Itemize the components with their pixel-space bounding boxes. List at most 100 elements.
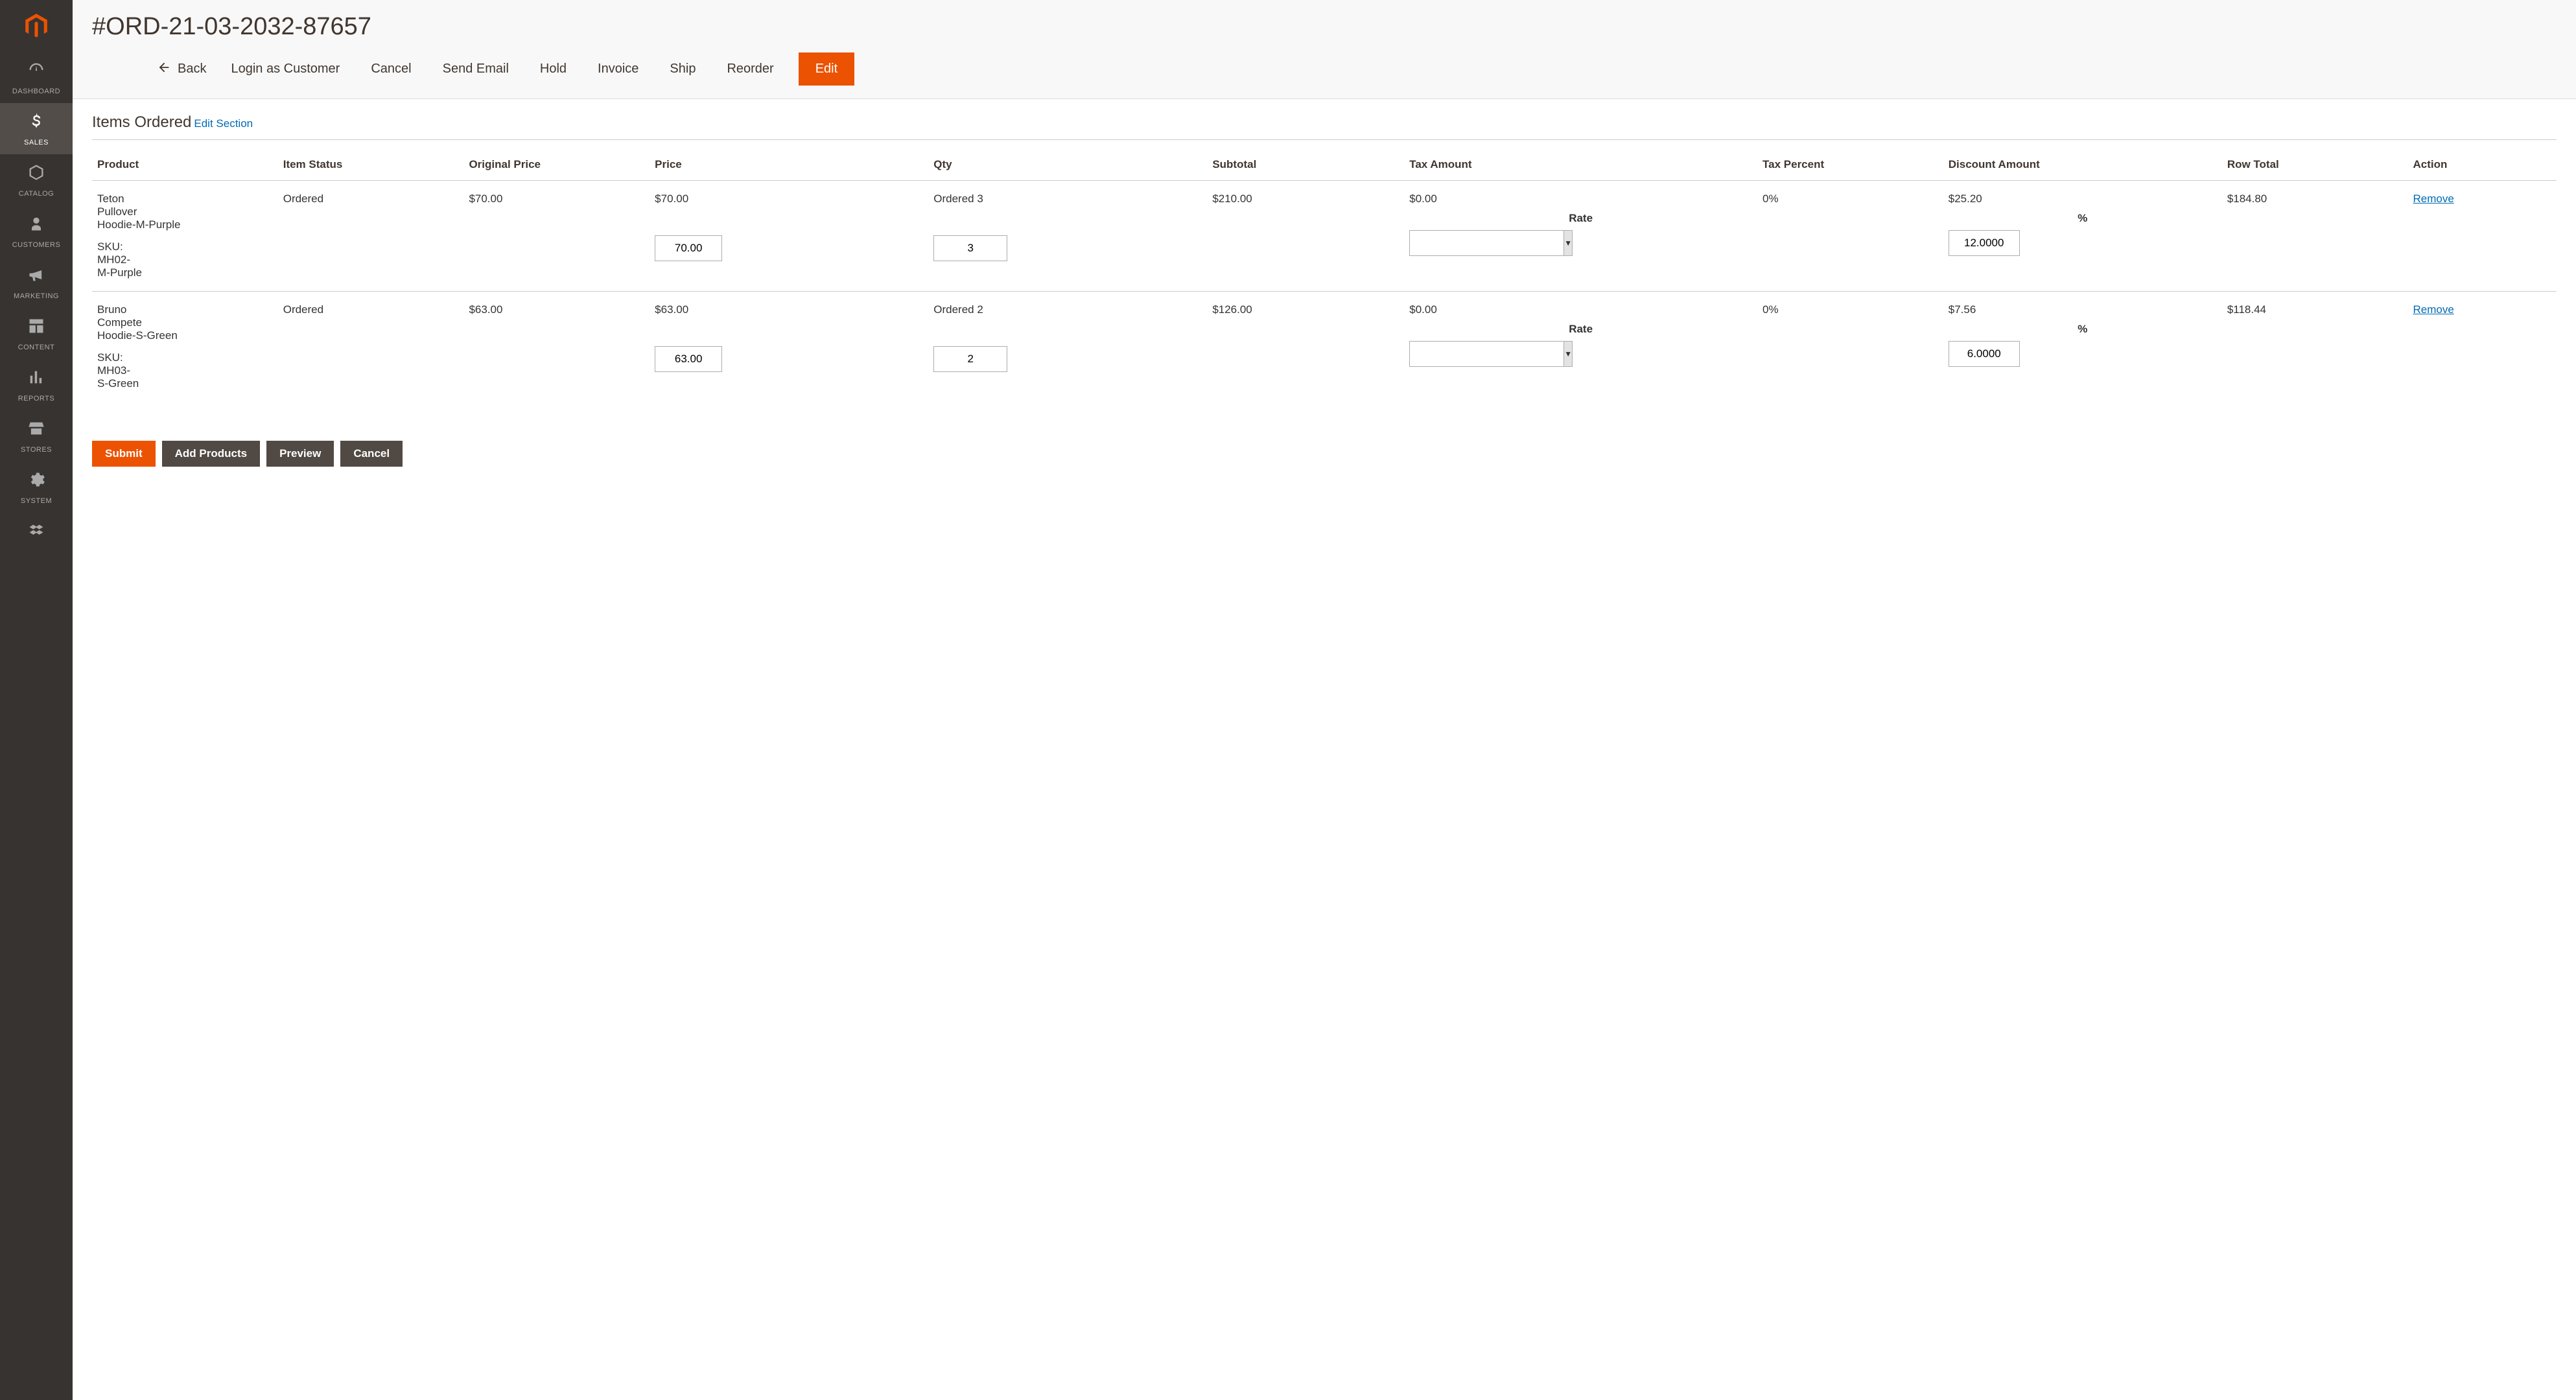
page-header: #ORD-21-03-2032-87657 Back Login as Cust… <box>73 0 2576 99</box>
rate-label: Rate <box>1409 212 1752 225</box>
price-input[interactable] <box>655 235 722 261</box>
th-product: Product <box>92 152 278 181</box>
sidebar-label: SALES <box>24 139 49 146</box>
hold-button[interactable]: Hold <box>533 52 573 86</box>
th-action: Action <box>2408 152 2557 181</box>
sidebar-label: CONTENT <box>18 344 55 351</box>
discount-amount: $25.20 <box>1949 192 2217 205</box>
product-name: TetonPulloverHoodie-M-Purple <box>97 192 273 231</box>
th-subtotal: Subtotal <box>1207 152 1404 181</box>
edit-section-link[interactable]: Edit Section <box>194 117 253 130</box>
send-email-button[interactable]: Send Email <box>436 52 515 86</box>
tax-rate-dropdown[interactable]: ▼ <box>1563 230 1573 256</box>
ship-button[interactable]: Ship <box>663 52 702 86</box>
remove-link[interactable]: Remove <box>2413 192 2454 205</box>
price-input[interactable] <box>655 346 722 372</box>
table-row: TetonPulloverHoodie-M-Purple SKU:MH02-M-… <box>92 181 2557 292</box>
sidebar-label: REPORTS <box>18 395 54 402</box>
bar-chart-icon <box>27 368 45 391</box>
magento-logo[interactable] <box>0 0 73 52</box>
cancel-order-button[interactable]: Cancel <box>364 52 417 86</box>
tax-rate-dropdown[interactable]: ▼ <box>1563 341 1573 367</box>
row-total: $118.44 <box>2222 292 2408 402</box>
th-item-status: Item Status <box>278 152 464 181</box>
sidebar-item-marketing[interactable]: MARKETING <box>0 257 73 308</box>
sidebar-item-sales[interactable]: SALES <box>0 103 73 154</box>
th-row-total: Row Total <box>2222 152 2408 181</box>
dollar-icon <box>27 112 45 135</box>
chevron-down-icon: ▼ <box>1564 349 1572 358</box>
price-display: $63.00 <box>655 303 923 316</box>
product-sku: SKU:MH03-S-Green <box>97 351 273 390</box>
chevron-down-icon: ▼ <box>1564 239 1572 248</box>
remove-link[interactable]: Remove <box>2413 303 2454 316</box>
invoice-button[interactable]: Invoice <box>591 52 645 86</box>
admin-sidebar: DASHBOARD SALES CATALOG CUSTOMERS MARKET <box>0 0 73 1400</box>
tax-rate-input[interactable] <box>1409 341 1563 367</box>
product-name: BrunoCompeteHoodie-S-Green <box>97 303 273 342</box>
sidebar-label: CATALOG <box>19 190 54 198</box>
arrow-left-icon <box>157 60 171 78</box>
sidebar-item-stores[interactable]: STORES <box>0 410 73 461</box>
sidebar-label: SYSTEM <box>21 497 52 505</box>
sidebar-item-catalog[interactable]: CATALOG <box>0 154 73 205</box>
row-total: $184.80 <box>2222 181 2408 292</box>
pct-label: % <box>1949 212 2217 225</box>
discount-pct-input[interactable] <box>1949 341 2020 367</box>
price-display: $70.00 <box>655 192 923 205</box>
sidebar-item-extensions[interactable] <box>0 513 73 556</box>
main-content: #ORD-21-03-2032-87657 Back Login as Cust… <box>73 0 2576 1400</box>
item-status: Ordered <box>278 292 464 402</box>
section-header: Items Ordered Edit Section <box>92 113 2557 140</box>
items-ordered-table: Product Item Status Original Price Price… <box>92 152 2557 402</box>
sidebar-item-dashboard[interactable]: DASHBOARD <box>0 52 73 103</box>
subtotal: $210.00 <box>1207 181 1404 292</box>
sidebar-label: STORES <box>21 446 52 454</box>
add-products-button[interactable]: Add Products <box>162 441 260 467</box>
item-status: Ordered <box>278 181 464 292</box>
tax-amount: $0.00 <box>1409 192 1752 205</box>
qty-input[interactable] <box>933 346 1007 372</box>
preview-button[interactable]: Preview <box>266 441 334 467</box>
cube-icon <box>27 163 45 186</box>
original-price: $63.00 <box>463 292 650 402</box>
discount-pct-input[interactable] <box>1949 230 2020 256</box>
person-icon <box>27 215 45 237</box>
gear-icon <box>27 471 45 493</box>
table-row: BrunoCompeteHoodie-S-Green SKU:MH03-S-Gr… <box>92 292 2557 402</box>
th-discount-amount: Discount Amount <box>1943 152 2222 181</box>
reorder-button[interactable]: Reorder <box>720 52 780 86</box>
bullhorn-icon <box>27 266 45 288</box>
tax-rate-input[interactable] <box>1409 230 1563 256</box>
sidebar-label: MARKETING <box>14 292 59 300</box>
sidebar-label: DASHBOARD <box>12 88 60 95</box>
cancel-button[interactable]: Cancel <box>340 441 403 467</box>
sidebar-item-system[interactable]: SYSTEM <box>0 461 73 513</box>
login-as-customer-button[interactable]: Login as Customer <box>224 52 346 86</box>
th-qty: Qty <box>928 152 1207 181</box>
submit-button[interactable]: Submit <box>92 441 156 467</box>
tax-percent: 0% <box>1757 292 1943 402</box>
section-title: Items Ordered <box>92 113 191 132</box>
tax-amount: $0.00 <box>1409 303 1752 316</box>
th-tax-percent: Tax Percent <box>1757 152 1943 181</box>
page-title: #ORD-21-03-2032-87657 <box>92 13 2557 41</box>
th-original-price: Original Price <box>463 152 650 181</box>
qty-input[interactable] <box>933 235 1007 261</box>
bottom-actions: Submit Add Products Preview Cancel <box>92 441 2557 467</box>
sidebar-label: CUSTOMERS <box>12 241 61 249</box>
back-button[interactable]: Back <box>157 60 206 78</box>
dashboard-icon <box>27 61 45 84</box>
qty-ordered: Ordered 3 <box>933 192 1202 205</box>
sidebar-item-customers[interactable]: CUSTOMERS <box>0 205 73 257</box>
layout-icon <box>27 317 45 340</box>
store-icon <box>27 419 45 442</box>
tax-percent: 0% <box>1757 181 1943 292</box>
sidebar-item-content[interactable]: CONTENT <box>0 308 73 359</box>
rate-label: Rate <box>1409 323 1752 336</box>
sidebar-item-reports[interactable]: REPORTS <box>0 359 73 410</box>
action-bar: Back Login as Customer Cancel Send Email… <box>92 47 2557 93</box>
th-tax-amount: Tax Amount <box>1404 152 1757 181</box>
discount-amount: $7.56 <box>1949 303 2217 316</box>
edit-button[interactable]: Edit <box>799 52 854 86</box>
